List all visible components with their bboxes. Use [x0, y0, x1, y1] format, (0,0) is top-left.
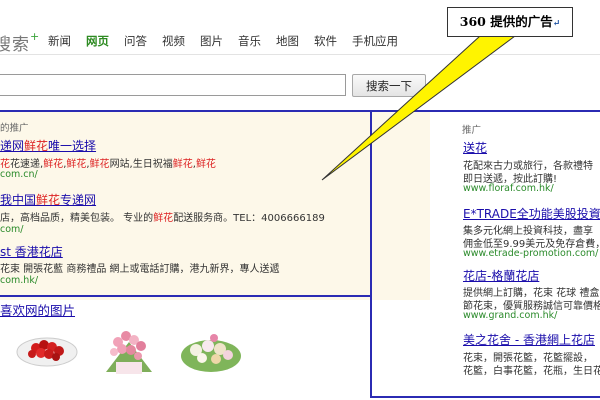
nav-item-2[interactable]: 问答 [124, 33, 147, 49]
flower-thumbnail-1[interactable] [14, 322, 80, 378]
flower-thumbnail-2[interactable] [96, 322, 162, 378]
nav-item-4[interactable]: 图片 [200, 33, 223, 49]
ad-callout-box: 360 提供的广告↵ [447, 7, 573, 37]
nav-item-6[interactable]: 地图 [276, 33, 299, 49]
nav-item-0[interactable]: 新闻 [48, 33, 71, 49]
nav-item-5[interactable]: 音乐 [238, 33, 261, 49]
flower-thumbnail-3[interactable] [178, 322, 244, 378]
nav-item-1[interactable]: 网页 [86, 33, 109, 49]
logo-plus: + [30, 30, 41, 43]
images-section-title[interactable]: 喜欢网的图片 [0, 300, 75, 319]
nav-item-3[interactable]: 视频 [162, 33, 185, 49]
search-input[interactable] [0, 74, 346, 96]
callout-arrow [321, 35, 517, 181]
logo[interactable]: 搜索+ [0, 30, 40, 55]
